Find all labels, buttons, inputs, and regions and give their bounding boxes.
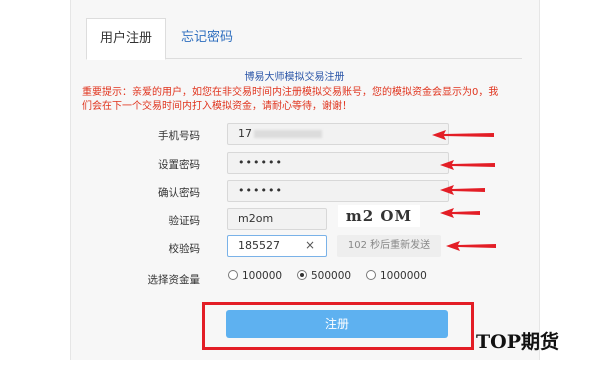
resend-countdown-button[interactable]: 102 秒后重新发送 (337, 235, 441, 257)
clear-icon[interactable]: × (305, 238, 315, 252)
confirm-password-label: 确认密码 (158, 187, 200, 199)
password-input[interactable]: •••••• (227, 152, 449, 174)
funds-label: 选择资金量 (147, 274, 201, 286)
verify-code-label: 校验码 (168, 243, 201, 255)
fund-option-500000[interactable]: 500000 (297, 270, 351, 282)
phone-label: 手机号码 (158, 130, 200, 142)
tab-bar: 用户注册 忘记密码 (86, 18, 522, 60)
registration-page: 用户注册 忘记密码 博易大师模拟交易注册 重要提示：亲爱的用户，如您在非交易时间… (0, 0, 589, 365)
annotation-arrow-icon (440, 185, 485, 195)
verify-code-value: 185527 (238, 239, 280, 252)
notice-text: 重要提示：亲爱的用户，如您在非交易时间内注册模拟交易账号，您的模拟资金会显示为0… (82, 87, 499, 112)
radio-icon (366, 270, 376, 280)
tab-register[interactable]: 用户注册 (86, 18, 167, 60)
redacted-mask (254, 130, 322, 138)
annotation-arrow-icon (432, 130, 494, 140)
radio-checked-icon (297, 270, 307, 280)
annotation-arrow-icon (440, 160, 495, 170)
fund-option-100000[interactable]: 100000 (228, 270, 282, 282)
radio-icon (228, 270, 238, 280)
confirm-password-input[interactable]: •••••• (227, 180, 449, 202)
register-button[interactable]: 注册 (226, 310, 448, 338)
captcha-input[interactable]: m2om (227, 208, 327, 230)
fund-option-1000000[interactable]: 1000000 (366, 270, 427, 282)
form-title: 博易大师模拟交易注册 (244, 72, 345, 83)
phone-value: 17 (238, 127, 252, 140)
annotation-arrow-icon (440, 208, 480, 218)
captcha-label: 验证码 (168, 215, 201, 227)
fund-option-label: 100000 (242, 270, 283, 282)
annotation-arrow-icon (446, 241, 496, 251)
tab-forgot-password[interactable]: 忘记密码 (168, 18, 246, 58)
watermark-logo: TOP期货 (476, 331, 559, 353)
fund-option-label: 500000 (311, 270, 352, 282)
confirm-password-value: •••••• (238, 184, 283, 197)
fund-option-label: 1000000 (380, 270, 427, 282)
captcha-image[interactable]: m2 OM (338, 205, 420, 227)
password-label: 设置密码 (158, 159, 200, 171)
password-value: •••••• (238, 156, 283, 169)
captcha-value: m2om (238, 212, 274, 225)
phone-input[interactable]: 17 (227, 123, 449, 145)
